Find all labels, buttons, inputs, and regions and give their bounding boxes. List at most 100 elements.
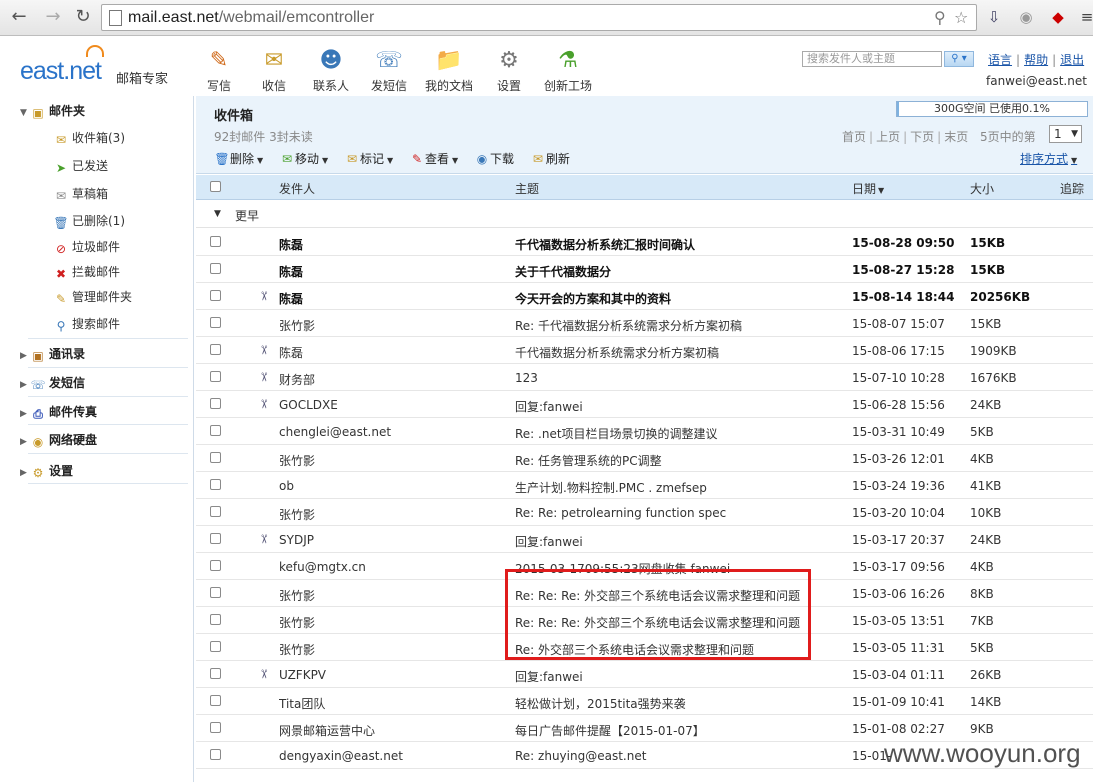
back-arrow-icon[interactable]: ← bbox=[8, 6, 30, 28]
table-row[interactable]: ✂ GOCLDXE 回复:fanwei 15-06-28 15:56 24KB bbox=[196, 391, 1093, 418]
row-checkbox[interactable] bbox=[210, 290, 221, 301]
last-page-link[interactable]: 末页 bbox=[944, 130, 968, 144]
row-checkbox[interactable] bbox=[210, 587, 221, 598]
delete-button[interactable]: 🗑删除 ▼ bbox=[214, 150, 263, 167]
row-checkbox[interactable] bbox=[210, 506, 221, 517]
row-checkbox[interactable] bbox=[210, 533, 221, 544]
sidebar-item-inbox[interactable]: ✉ 收件箱(3) bbox=[53, 129, 125, 147]
row-checkbox[interactable] bbox=[210, 749, 221, 760]
diamond-extension-icon[interactable]: ◆ bbox=[1049, 8, 1067, 26]
search-button[interactable]: ⚲ ▾ bbox=[944, 51, 974, 67]
row-subject[interactable]: Re: Re: petrolearning function spec bbox=[515, 506, 835, 520]
sidebar-item-trash[interactable]: 🗑 已删除(1) bbox=[53, 212, 125, 230]
compose-button[interactable]: ✎ 写信 bbox=[204, 47, 234, 94]
logout-link[interactable]: 退出 bbox=[1060, 53, 1084, 67]
language-link[interactable]: 语言 bbox=[988, 53, 1012, 67]
reload-icon[interactable]: ↻ bbox=[72, 6, 94, 28]
search-input[interactable]: 搜索发件人或主题 bbox=[802, 51, 942, 67]
folder-header[interactable]: ▼ ▣ 邮件夹 bbox=[20, 102, 85, 120]
table-row[interactable]: 张竹影 Re: Re: petrolearning function spec 15… bbox=[196, 499, 1093, 526]
key-icon[interactable]: ⚲ bbox=[934, 8, 946, 27]
help-link[interactable]: 帮助 bbox=[1024, 53, 1048, 67]
row-subject[interactable]: 回复:fanwei bbox=[515, 668, 835, 685]
row-subject[interactable]: 生产计划.物料控制.PMC . zmefsep bbox=[515, 479, 835, 496]
table-row[interactable]: ✂ 财务部 123 15-07-10 10:28 1676KB bbox=[196, 364, 1093, 391]
page-select[interactable]: 1 ▼ bbox=[1049, 125, 1082, 143]
sidebar-group-address-book[interactable]: ▶ ▣ 通讯录 bbox=[20, 345, 85, 363]
table-row[interactable]: ✂ UZFKPV 回复:fanwei 15-03-04 01:11 26KB bbox=[196, 661, 1093, 688]
column-subject[interactable]: 主题 bbox=[515, 180, 539, 197]
column-track[interactable]: 追踪 bbox=[1060, 180, 1084, 197]
address-bar[interactable]: mail.east.net/webmail/emcontroller ⚲ ☆ bbox=[101, 4, 977, 31]
download-button[interactable]: ◉ 下载 bbox=[474, 150, 514, 167]
sidebar-group-fax[interactable]: ▶ ⎙ 邮件传真 bbox=[20, 403, 97, 421]
row-checkbox[interactable] bbox=[210, 668, 221, 679]
row-subject[interactable]: Re: .net项目栏目场景切换的调整建议 bbox=[515, 425, 835, 442]
row-subject[interactable]: 今天开会的方案和其中的资料 bbox=[515, 290, 835, 307]
row-subject[interactable]: 123 bbox=[515, 371, 835, 385]
row-checkbox[interactable] bbox=[210, 479, 221, 490]
row-checkbox[interactable] bbox=[210, 344, 221, 355]
forward-arrow-icon[interactable]: → bbox=[42, 6, 64, 28]
sort-dropdown[interactable]: 排序方式 ▼ bbox=[1020, 150, 1077, 167]
next-page-link[interactable]: 下页 bbox=[910, 130, 934, 144]
row-checkbox[interactable] bbox=[210, 641, 221, 652]
row-subject[interactable]: Re: 千代福数据分析系统需求分析方案初稿 bbox=[515, 317, 835, 334]
row-subject[interactable]: 轻松做计划，2015tita强势来袭 bbox=[515, 695, 835, 712]
sidebar-item-sent[interactable]: ➤ 已发送 bbox=[53, 157, 108, 175]
table-row[interactable]: 张竹影 Re: 千代福数据分析系统需求分析方案初稿 15-08-07 15:07 15… bbox=[196, 310, 1093, 337]
row-checkbox[interactable] bbox=[210, 263, 221, 274]
table-row[interactable]: 陈磊 关于千代福数据分 15-08-27 15:28 15KB bbox=[196, 256, 1093, 283]
row-checkbox[interactable] bbox=[210, 722, 221, 733]
row-subject[interactable]: 千代福数据分析系统需求分析方案初稿 bbox=[515, 344, 835, 361]
row-subject[interactable]: 千代福数据分析系统汇报时间确认 bbox=[515, 236, 835, 253]
column-size[interactable]: 大小 bbox=[970, 180, 994, 197]
move-button[interactable]: ✉ 移动 ▼ bbox=[279, 150, 328, 167]
sidebar-item-search-mail[interactable]: ⚲ 搜索邮件 bbox=[53, 315, 120, 333]
sms-button[interactable]: ☏ 发短信 bbox=[371, 47, 407, 94]
documents-button[interactable]: 📁 我的文档 bbox=[425, 47, 473, 94]
globe-extension-icon[interactable]: ◉ bbox=[1017, 8, 1035, 26]
table-row[interactable]: ✂ 陈磊 今天开会的方案和其中的资料 15-08-14 18:44 20256KB bbox=[196, 283, 1093, 310]
sidebar-group-disk[interactable]: ▶ ◉ 网络硬盘 bbox=[20, 431, 97, 449]
row-subject[interactable]: 关于千代福数据分 bbox=[515, 263, 835, 280]
row-subject[interactable]: Re: zhuying@east.net bbox=[515, 749, 835, 763]
mark-button[interactable]: ✉ 标记 ▼ bbox=[344, 150, 393, 167]
column-date[interactable]: 日期 ▼ bbox=[852, 180, 884, 197]
row-checkbox[interactable] bbox=[210, 236, 221, 247]
row-checkbox[interactable] bbox=[210, 695, 221, 706]
table-row[interactable]: ✂ 陈磊 千代福数据分析系统需求分析方案初稿 15-08-06 17:15 1909KB bbox=[196, 337, 1093, 364]
settings-button[interactable]: ⚙ 设置 bbox=[494, 47, 524, 94]
view-button[interactable]: ✎ 查看 ▼ bbox=[409, 150, 458, 167]
table-row[interactable]: ob 生产计划.物料控制.PMC . zmefsep 15-03-24 19:36 4… bbox=[196, 472, 1093, 499]
download-extension-icon[interactable]: ⇩ bbox=[985, 8, 1003, 26]
table-row[interactable]: 陈磊 千代福数据分析系统汇报时间确认 15-08-28 09:50 15KB bbox=[196, 229, 1093, 256]
sidebar-item-manage-folders[interactable]: ✎ 管理邮件夹 bbox=[53, 288, 132, 306]
row-checkbox[interactable] bbox=[210, 452, 221, 463]
innovation-button[interactable]: ⚗ 创新工场 bbox=[544, 47, 592, 94]
row-checkbox[interactable] bbox=[210, 614, 221, 625]
row-checkbox[interactable] bbox=[210, 371, 221, 382]
sidebar-item-spam[interactable]: ⊘ 垃圾邮件 bbox=[53, 238, 120, 256]
sidebar-group-settings[interactable]: ▶ ⚙ 设置 bbox=[20, 462, 73, 480]
table-row[interactable]: 张竹影 Re: 任务管理系统的PC调整 15-03-26 12:01 4KB bbox=[196, 445, 1093, 472]
menu-icon[interactable]: ≡ bbox=[1078, 8, 1093, 26]
prev-page-link[interactable]: 上页 bbox=[876, 130, 900, 144]
refresh-button[interactable]: ✉ 刷新 bbox=[530, 150, 570, 167]
row-subject[interactable]: 每日广告邮件提醒【2015-01-07】 bbox=[515, 722, 835, 739]
sidebar-item-drafts[interactable]: ✉ 草稿箱 bbox=[53, 185, 108, 203]
group-row-earlier[interactable]: ▼ 更早 bbox=[196, 201, 1093, 228]
column-sender[interactable]: 发件人 bbox=[279, 180, 315, 197]
sidebar-item-blocked[interactable]: ✖ 拦截邮件 bbox=[53, 263, 120, 281]
contacts-button[interactable]: ☻ 联系人 bbox=[313, 47, 349, 94]
table-row[interactable]: ✂ SYDJP 回复:fanwei 15-03-17 20:37 24KB bbox=[196, 526, 1093, 553]
row-subject[interactable]: Re: 任务管理系统的PC调整 bbox=[515, 452, 835, 469]
row-checkbox[interactable] bbox=[210, 398, 221, 409]
table-row[interactable]: chenglei@east.net Re: .net项目栏目场景切换的调整建议 15… bbox=[196, 418, 1093, 445]
first-page-link[interactable]: 首页 bbox=[842, 130, 866, 144]
select-all-checkbox[interactable] bbox=[210, 181, 221, 192]
logo[interactable]: east.net bbox=[20, 57, 102, 86]
row-checkbox[interactable] bbox=[210, 560, 221, 571]
row-checkbox[interactable] bbox=[210, 425, 221, 436]
row-subject[interactable]: 回复:fanwei bbox=[515, 533, 835, 550]
